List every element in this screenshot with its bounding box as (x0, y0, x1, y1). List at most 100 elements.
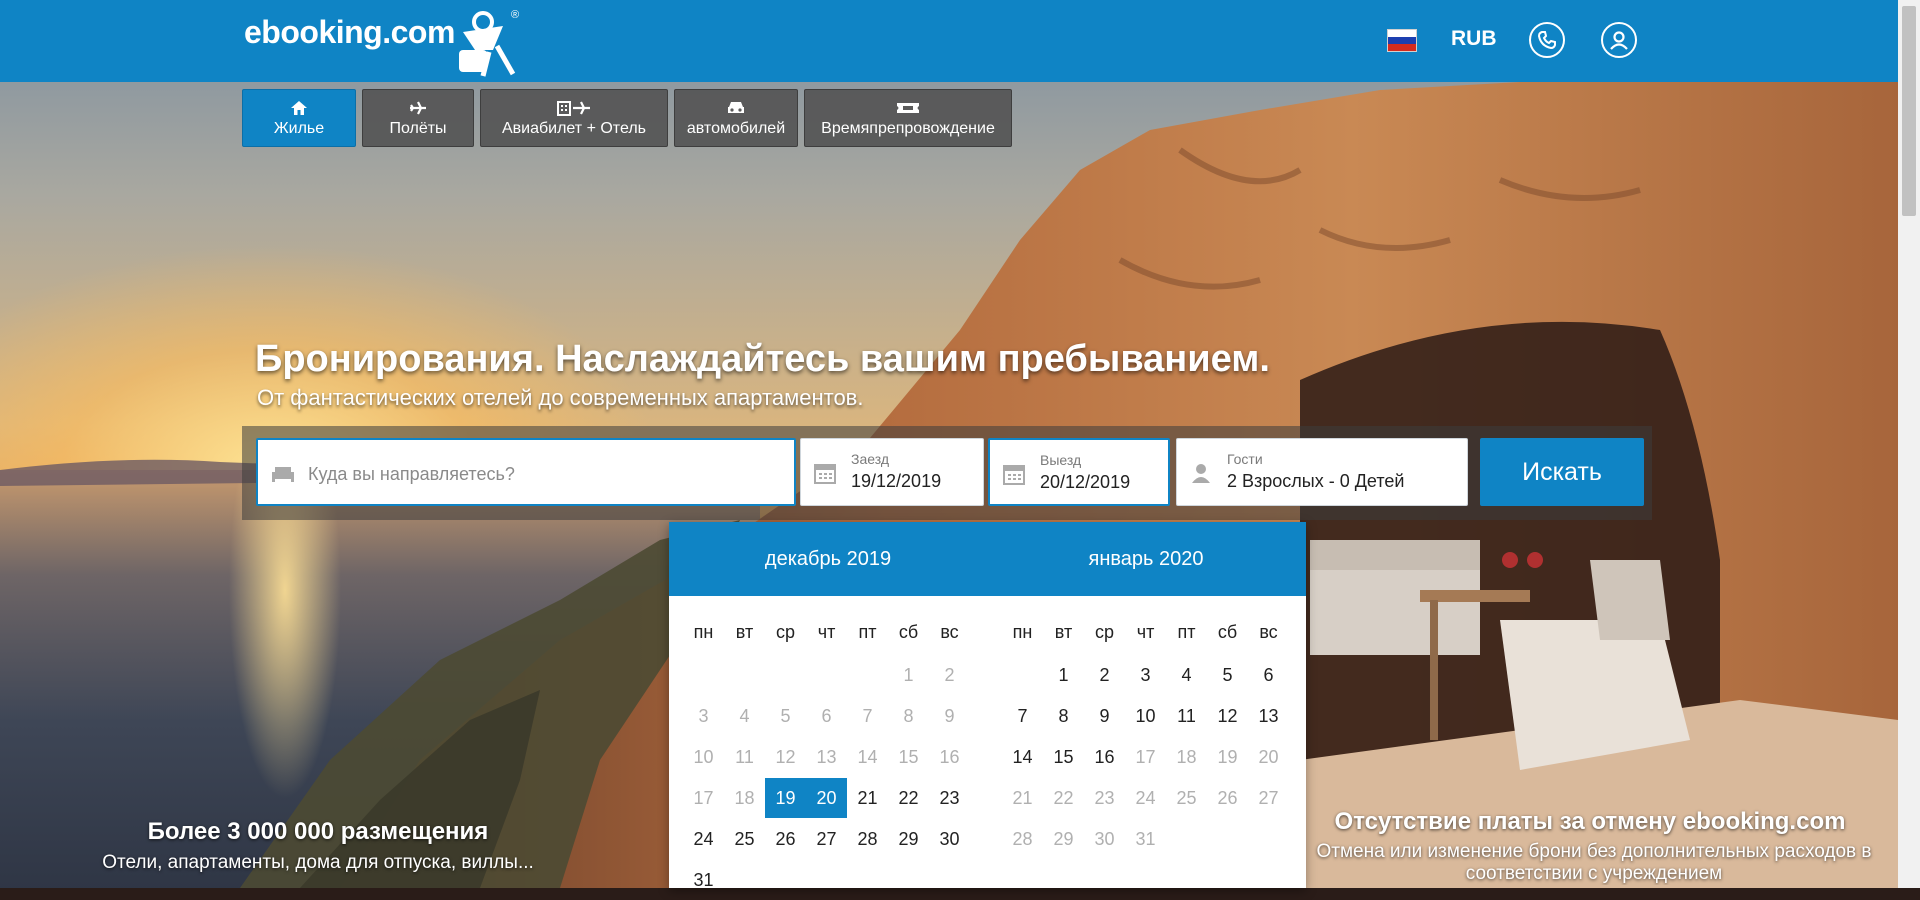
russia-flag-icon[interactable] (1387, 29, 1417, 52)
tab-label: Жилье (273, 119, 325, 137)
month-title-december: декабрь 2019 (764, 548, 892, 570)
calendar-day[interactable]: 19 (765, 778, 806, 818)
tab-activities[interactable]: Времяпрепровождение (804, 89, 1012, 147)
calendar-day[interactable]: 1 (1043, 655, 1084, 695)
calendar-day[interactable]: 14 (1002, 737, 1043, 777)
site-logo[interactable]: ebooking.com (244, 14, 455, 51)
checkin-field[interactable]: Заезд 19/12/2019 (800, 438, 984, 506)
calendar-day[interactable]: 29 (888, 819, 929, 859)
calendar-day[interactable]: 26 (765, 819, 806, 859)
weekday-header: чт (1136, 622, 1155, 642)
weekday-header: ср (1094, 622, 1114, 642)
tab-accommodation[interactable]: Жилье (242, 89, 356, 147)
calendar-day: 3 (698, 706, 709, 726)
calendar-day[interactable]: 31 (683, 860, 724, 900)
tab-label: Времяпрепровождение (821, 119, 995, 137)
calendar-day[interactable]: 8 (1043, 696, 1084, 736)
calendar-day[interactable]: 3 (1125, 655, 1166, 695)
calendar-day[interactable]: 27 (806, 819, 847, 859)
calendar-day[interactable]: 7 (1002, 696, 1043, 736)
weekday-header: пн (1012, 622, 1033, 642)
calendar-day: 2 (944, 665, 955, 685)
calendar-day: 27 (1258, 788, 1279, 808)
scrollbar-thumb[interactable] (1902, 6, 1916, 216)
calendar-day: 16 (939, 747, 960, 767)
calendar-day[interactable]: 13 (1248, 696, 1289, 736)
calendar-day[interactable]: 16 (1084, 737, 1125, 777)
weekday-header: сб (1217, 622, 1238, 642)
calendar-day: 5 (780, 706, 791, 726)
checkin-label: Заезд (851, 451, 890, 467)
tab-cars[interactable]: автомобилей (674, 89, 798, 147)
calendar-day[interactable]: 25 (724, 819, 765, 859)
calendar-day[interactable]: 12 (1207, 696, 1248, 736)
calendar-day: 15 (898, 747, 919, 767)
bed-icon (270, 462, 296, 489)
calendar-day[interactable]: 4 (1166, 655, 1207, 695)
calendar-day[interactable]: 9 (1084, 696, 1125, 736)
calendar-day[interactable]: 11 (1166, 696, 1207, 736)
checkout-label: Выезд (1040, 452, 1082, 468)
checkout-field[interactable]: Выезд 20/12/2019 (988, 438, 1170, 506)
ticket-icon (896, 99, 920, 117)
calendar-day[interactable]: 28 (847, 819, 888, 859)
tab-flights[interactable]: Полёты (362, 89, 474, 147)
month-title-january: январь 2020 (1088, 548, 1204, 570)
calendar-day: 14 (857, 747, 878, 767)
calendar-day[interactable]: 6 (1248, 655, 1289, 695)
calendar-day: 28 (1012, 829, 1033, 849)
checkout-value: 20/12/2019 (1040, 472, 1131, 492)
calendar-icon (1002, 462, 1026, 491)
calendar-day: 17 (693, 788, 714, 808)
calendar-day[interactable]: 23 (929, 778, 970, 818)
calendar-day[interactable]: 21 (847, 778, 888, 818)
tab-flight-hotel[interactable]: Авиабилет + Отель (480, 89, 668, 147)
calendar-day: 22 (1053, 788, 1074, 808)
destination-input[interactable]: Куда вы направляетесь? (308, 464, 515, 485)
calendar-day: 7 (862, 706, 873, 726)
calendar-day: 6 (821, 706, 832, 726)
calendar-day: 4 (739, 706, 750, 726)
weekday-header: пт (858, 622, 877, 642)
calendar-day[interactable]: 2 (1084, 655, 1125, 695)
weekday-header: чт (817, 622, 836, 642)
calendar-day: 13 (816, 747, 837, 767)
top-navigation-bar: ebooking.com ® RUB (0, 0, 1898, 82)
calendar-day: 9 (944, 706, 955, 726)
calendar-day: 12 (775, 747, 796, 767)
calendar-day[interactable]: 15 (1043, 737, 1084, 777)
calendar-day[interactable]: 22 (888, 778, 929, 818)
calendar-day: 8 (903, 706, 914, 726)
calendar-day: 17 (1135, 747, 1156, 767)
feature-accommodations-title: Более 3 000 000 размещения (147, 818, 489, 845)
calendar-day[interactable]: 24 (683, 819, 724, 859)
calendar-day[interactable]: 5 (1207, 655, 1248, 695)
calendar-day[interactable]: 30 (929, 819, 970, 859)
page-scrollbar[interactable] (1898, 0, 1920, 888)
home-icon (290, 99, 308, 117)
guests-field[interactable]: Гости 2 Взрослых - 0 Детей (1176, 438, 1468, 506)
search-button[interactable]: Искать (1480, 438, 1644, 506)
calendar-day: 30 (1094, 829, 1115, 849)
calendar-day[interactable]: 10 (1125, 696, 1166, 736)
person-icon (1189, 461, 1213, 490)
user-account-icon[interactable] (1601, 22, 1637, 58)
calendar-day[interactable]: 20 (806, 778, 847, 818)
hotel-plane-icon (557, 99, 591, 117)
weekday-header: пт (1177, 622, 1196, 642)
calendar-day: 18 (734, 788, 755, 808)
feature-accommodations-text: Отели, апартаменты, дома для отпуска, ви… (102, 852, 534, 873)
calendar-day: 19 (1217, 747, 1238, 767)
calendar-day: 20 (1258, 747, 1279, 767)
destination-field[interactable]: Куда вы направляетесь? (256, 438, 796, 506)
feature-free-cancel-title: Отсутствие платы за отмену ebooking.com (1334, 808, 1846, 835)
search-bar: Куда вы направляетесь? Заезд 19/12/2019 … (242, 426, 1652, 520)
product-tabs: Жилье Полёты Авиабилет + Отель автомобил… (242, 89, 1012, 147)
currency-selector[interactable]: RUB (1451, 27, 1497, 51)
phone-icon[interactable] (1529, 22, 1565, 58)
weekday-header: вс (1259, 622, 1278, 642)
calendar-day: 29 (1053, 829, 1074, 849)
calendar-day: 31 (1135, 829, 1156, 849)
calendar-day: 21 (1012, 788, 1033, 808)
logo-mascot-icon[interactable]: ® (453, 6, 525, 85)
